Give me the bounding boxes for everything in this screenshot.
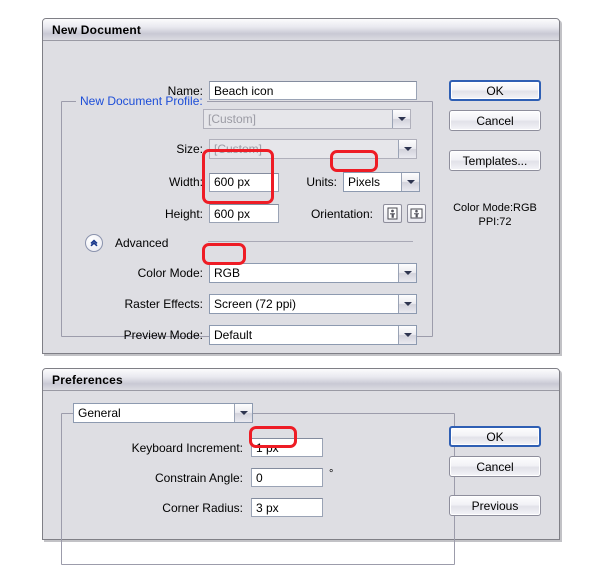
keyboard-increment-label: Keyboard Increment: [131,440,243,455]
preferences-dialog: Preferences General Keyboard Increment: … [42,368,560,565]
degree-unit-label: ° [329,467,334,480]
orientation-label: Orientation: [310,206,373,221]
preferences-title: Preferences [52,372,123,387]
width-label: Width: [168,175,203,189]
constrain-angle-input[interactable]: 0 [251,468,323,487]
chevron-down-icon[interactable] [401,173,419,191]
advanced-label: Advanced [115,236,169,250]
ok-button[interactable]: OK [449,80,541,101]
preferences-titlebar: Preferences [43,369,559,391]
preview-mode-value: Default [214,328,253,342]
chevron-down-icon[interactable] [398,140,416,158]
advanced-section-header[interactable]: Advanced [85,234,168,252]
new-document-profile-row: [Custom] [203,109,411,129]
size-select[interactable]: [Custom] [209,139,417,159]
corner-radius-input[interactable]: 3 px [251,498,323,517]
name-row: Name: Beach icon [103,81,463,100]
units-select[interactable]: Pixels [343,172,420,192]
preview-mode-select[interactable]: Default [209,325,417,345]
new-document-profile-value: [Custom] [208,112,257,126]
raster-effects-label: Raster Effects: [124,297,203,311]
new-document-title: New Document [52,22,142,37]
cancel-button[interactable]: Cancel [449,110,541,131]
chevron-down-icon[interactable] [398,295,416,313]
height-label: Height: [164,206,203,221]
orientation-portrait-button[interactable] [383,204,402,223]
color-mode-select[interactable]: RGB [209,263,417,283]
preview-mode-row: Preview Mode: Default [103,325,417,345]
constrain-angle-row: Constrain Angle: 0 ° [93,468,333,487]
keyboard-increment-input[interactable]: 1 px [251,438,323,457]
name-input[interactable]: Beach icon [209,81,417,100]
chevron-down-icon[interactable] [234,404,252,422]
height-input[interactable]: 600 px [209,204,279,223]
size-row: Size: [Custom] [103,139,463,159]
preferences-previous-button[interactable]: Previous [449,495,541,516]
preferences-groupbox [61,413,455,565]
chevron-down-icon[interactable] [398,264,416,282]
preferences-cancel-button[interactable]: Cancel [449,456,541,477]
portrait-orientation-icon [387,207,398,220]
width-input[interactable]: 600 px [209,172,279,192]
preferences-body: General Keyboard Increment: 1 px Constra… [43,391,559,565]
orientation-landscape-button[interactable] [407,204,426,223]
height-row: Height: 600 px Orientation: [103,204,426,223]
templates-button[interactable]: Templates... [449,150,541,171]
ppi-info: PPI:72 [478,216,512,228]
new-document-dialog: New Document New Document Profile: Name:… [42,18,560,354]
color-mode-value: RGB [214,266,241,280]
constrain-angle-label: Constrain Angle: [154,470,243,485]
name-label: Name: [167,83,203,98]
new-document-profile-select[interactable]: [Custom] [203,109,411,129]
corner-radius-label: Corner Radius: [162,500,243,515]
corner-radius-row: Corner Radius: 3 px [93,498,323,517]
units-label: Units: [306,175,337,189]
preferences-category-value: General [78,406,121,420]
color-mode-info: Color Mode:RGB [453,202,537,214]
preview-mode-label: Preview Mode: [123,328,203,342]
new-document-body: New Document Profile: Name: Beach icon [… [43,41,559,353]
new-document-titlebar: New Document [43,19,559,41]
width-row: Width: 600 px Units: Pixels [103,172,420,192]
color-mode-row: Color Mode: RGB [103,263,417,283]
raster-effects-value: Screen (72 ppi) [214,297,297,311]
chevron-down-icon[interactable] [398,326,416,344]
raster-effects-row: Raster Effects: Screen (72 ppi) [103,294,417,314]
preferences-category-select[interactable]: General [73,403,253,423]
keyboard-increment-row: Keyboard Increment: 1 px [93,438,323,457]
size-label: Size: [176,142,203,156]
advanced-divider [208,241,413,242]
size-value: [Custom] [214,142,263,156]
chevron-up-double-icon[interactable] [85,234,103,252]
chevron-down-icon[interactable] [392,110,410,128]
color-mode-label: Color Mode: [137,266,203,280]
raster-effects-select[interactable]: Screen (72 ppi) [209,294,417,314]
units-value: Pixels [348,175,381,189]
landscape-orientation-icon [410,208,423,219]
preferences-ok-button[interactable]: OK [449,426,541,447]
